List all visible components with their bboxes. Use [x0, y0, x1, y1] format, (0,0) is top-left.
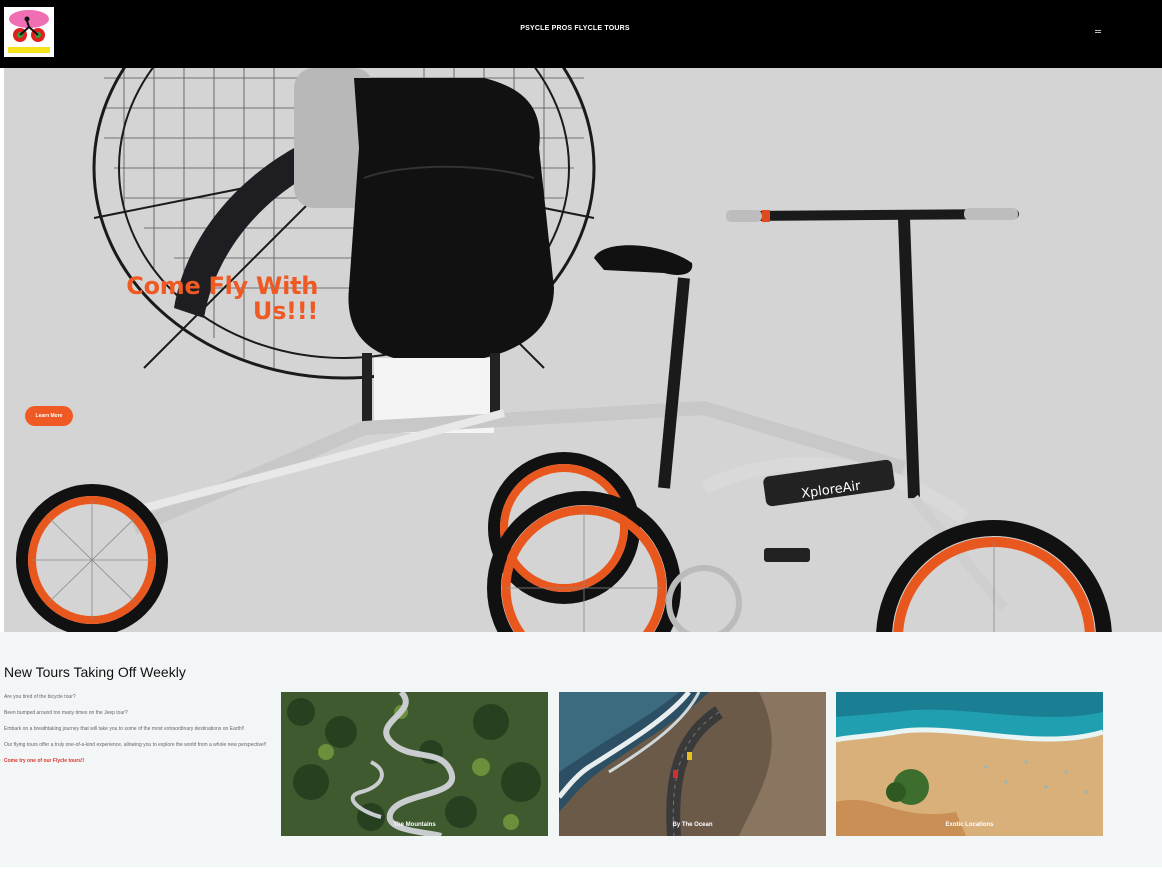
tours-paragraph: Are you tired of the bicycle tour? [4, 694, 76, 700]
learn-more-button[interactable]: Learn More [25, 406, 73, 426]
tour-card-label: The Mountains [393, 822, 436, 828]
tour-card-mountains[interactable]: The Mountains [281, 692, 548, 836]
logo[interactable] [4, 7, 54, 57]
tours-heading: New Tours Taking Off Weekly [4, 664, 186, 680]
flycle-bike-image: XploreAir [16, 68, 1112, 632]
mountains-image [281, 692, 548, 836]
tours-paragraph: Been bumped around too many times on the… [4, 710, 128, 716]
tours-description: Are you tired of the bicycle tour? Been … [4, 693, 272, 773]
tours-section: New Tours Taking Off Weekly Are you tire… [0, 632, 1162, 867]
tours-paragraph: Our flying tours offer a truly one-of-a-… [4, 742, 267, 748]
exotic-image [836, 692, 1103, 836]
tour-card-exotic[interactable]: Exotic Locations [836, 692, 1103, 836]
hamburger-icon [1095, 30, 1101, 31]
tour-card-label: By The Ocean [672, 822, 713, 828]
hero-section: XploreAir Come Fly With Us!!! Learn More [4, 68, 1162, 632]
tours-cta[interactable]: Come try one of our Flycle tours!! [4, 757, 272, 765]
tour-card-label: Exotic Locations [945, 822, 994, 828]
ocean-image [559, 692, 826, 836]
site-title[interactable]: PSYCLE PROS FLYCLE TOURS [0, 25, 1150, 32]
tours-paragraph: Embark on a breathtaking journey that wi… [4, 726, 245, 732]
logo-image [8, 10, 50, 53]
site-header: PSYCLE PROS FLYCLE TOURS [0, 0, 1162, 68]
hero-heading: Come Fly With Us!!! [126, 272, 318, 325]
menu-button[interactable] [1092, 24, 1106, 38]
tour-card-ocean[interactable]: By The Ocean [559, 692, 826, 836]
